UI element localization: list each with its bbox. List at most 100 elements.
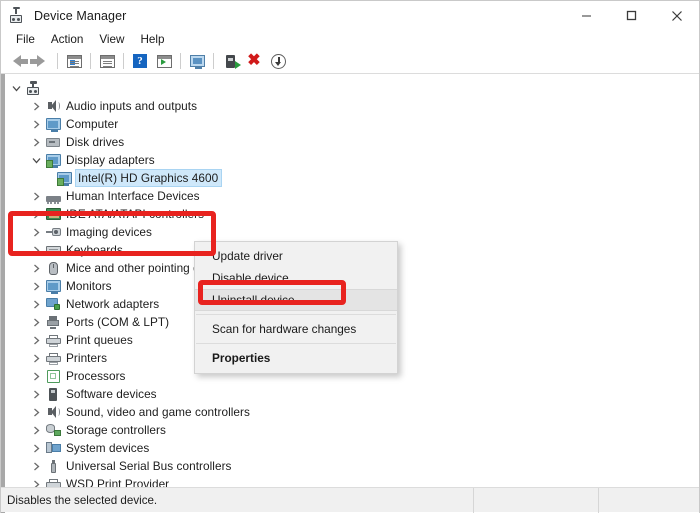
status-bar: Disables the selected device.: [1, 487, 699, 512]
monitor-icon: [44, 278, 62, 294]
ide-controller-icon: [44, 206, 62, 222]
chevron-right-icon[interactable]: [28, 138, 44, 147]
usb-icon: [44, 458, 62, 474]
show-hide-console-tree-icon[interactable]: [62, 50, 86, 72]
tree-item-label: System devices: [66, 441, 149, 455]
menu-help[interactable]: Help: [133, 32, 171, 47]
computer-root-icon: [24, 80, 42, 96]
tree-item-label: Universal Serial Bus controllers: [66, 459, 232, 473]
tree-item-display-adapters[interactable]: Display adapters: [1, 151, 699, 169]
processor-icon: [44, 368, 62, 384]
status-pane-2: [474, 488, 599, 513]
tree-item-label: Print queues: [66, 333, 133, 347]
forward-icon[interactable]: [29, 50, 53, 72]
chevron-right-icon[interactable]: [28, 264, 44, 273]
display-adapter-icon: [55, 170, 73, 186]
chevron-right-icon[interactable]: [28, 336, 44, 345]
uninstall-device-icon[interactable]: ✖: [242, 50, 266, 72]
back-icon[interactable]: [5, 50, 29, 72]
properties-icon[interactable]: [95, 50, 119, 72]
tree-item-label: Storage controllers: [66, 423, 166, 437]
status-pane-3: [599, 488, 699, 513]
window-title: Device Manager: [34, 9, 126, 23]
menu-bar: File Action View Help: [1, 30, 699, 49]
tree-item-intel-hd-graphics-4600[interactable]: Intel(R) HD Graphics 4600: [1, 169, 699, 187]
chevron-right-icon[interactable]: [28, 192, 44, 201]
tree-item-software-devices[interactable]: Software devices: [1, 385, 699, 403]
tree-item-label: Display adapters: [66, 153, 155, 167]
storage-icon: [44, 422, 62, 438]
menu-file[interactable]: File: [9, 32, 42, 47]
chevron-right-icon[interactable]: [28, 462, 44, 471]
speaker-icon: [44, 404, 62, 420]
tree-item-disk-drives[interactable]: Disk drives: [1, 133, 699, 151]
chevron-right-icon[interactable]: [28, 282, 44, 291]
maximize-button[interactable]: [609, 1, 654, 30]
device-manager-window: Device Manager File Action View Help: [0, 0, 700, 513]
tree-item-label: Monitors: [66, 279, 112, 293]
chevron-down-icon[interactable]: [28, 156, 44, 165]
chevron-down-icon[interactable]: [8, 84, 24, 93]
chevron-right-icon[interactable]: [28, 318, 44, 327]
scan-hardware-icon[interactable]: [185, 50, 209, 72]
tree-item-label: Network adapters: [66, 297, 159, 311]
disable-device-icon[interactable]: [266, 50, 290, 72]
toolbar-separator: [213, 53, 214, 69]
tree-item-label: Keyboards: [66, 243, 123, 257]
chevron-right-icon[interactable]: [28, 300, 44, 309]
tree-item-sound-video-and-game-controllers[interactable]: Sound, video and game controllers: [1, 403, 699, 421]
chevron-right-icon[interactable]: [28, 444, 44, 453]
update-driver-icon[interactable]: [152, 50, 176, 72]
tree-item-label: Imaging devices: [66, 225, 152, 239]
help-icon[interactable]: ?: [128, 50, 152, 72]
menu-view[interactable]: View: [92, 32, 131, 47]
port-icon: [44, 314, 62, 330]
tree-item-ide-ata-atapi-controllers[interactable]: IDE ATA/ATAPI controllers: [1, 205, 699, 223]
chevron-right-icon[interactable]: [28, 390, 44, 399]
context-menu-item-uninstall-device[interactable]: Uninstall device: [195, 289, 397, 311]
context-menu-item-update-driver[interactable]: Update driver: [195, 245, 397, 267]
tree-item-computer[interactable]: Computer: [1, 115, 699, 133]
chevron-right-icon[interactable]: [28, 246, 44, 255]
tree-root-node[interactable]: [1, 79, 699, 97]
computer-icon: [44, 116, 62, 132]
chevron-right-icon[interactable]: [28, 210, 44, 219]
context-menu-separator: [196, 343, 396, 344]
hid-icon: [44, 188, 62, 204]
title-bar: Device Manager: [1, 1, 699, 30]
menu-action[interactable]: Action: [44, 32, 90, 47]
network-icon: [44, 296, 62, 312]
device-manager-icon: [9, 7, 27, 25]
context-menu-item-properties[interactable]: Properties: [195, 347, 397, 369]
chevron-right-icon[interactable]: [28, 354, 44, 363]
context-menu-item-scan-for-hardware-changes[interactable]: Scan for hardware changes: [195, 318, 397, 340]
close-button[interactable]: [654, 1, 699, 30]
tree-item-storage-controllers[interactable]: Storage controllers: [1, 421, 699, 439]
context-menu[interactable]: Update driver Disable device Uninstall d…: [194, 241, 398, 374]
tree-item-audio-inputs-and-outputs[interactable]: Audio inputs and outputs: [1, 97, 699, 115]
chevron-right-icon[interactable]: [28, 408, 44, 417]
system-device-icon: [44, 440, 62, 456]
chevron-right-icon[interactable]: [28, 426, 44, 435]
tree-root-label-redacted: [46, 82, 98, 95]
chevron-right-icon[interactable]: [28, 372, 44, 381]
chevron-right-icon[interactable]: [28, 120, 44, 129]
speaker-icon: [44, 98, 62, 114]
imaging-icon: [44, 224, 62, 240]
tree-item-imaging-devices[interactable]: Imaging devices: [1, 223, 699, 241]
context-menu-item-disable-device[interactable]: Disable device: [195, 267, 397, 289]
chevron-right-icon[interactable]: [28, 102, 44, 111]
enable-device-icon[interactable]: [218, 50, 242, 72]
tree-item-label: Audio inputs and outputs: [66, 99, 197, 113]
minimize-button[interactable]: [564, 1, 609, 30]
tree-item-label: Sound, video and game controllers: [66, 405, 250, 419]
tree-item-universal-serial-bus-controllers[interactable]: Universal Serial Bus controllers: [1, 457, 699, 475]
tree-item-label: IDE ATA/ATAPI controllers: [66, 207, 204, 221]
tree-item-label: Processors: [66, 369, 126, 383]
toolbar-separator: [123, 53, 124, 69]
tree-item-system-devices[interactable]: System devices: [1, 439, 699, 457]
tree-item-label: Disk drives: [66, 135, 124, 149]
disk-icon: [44, 134, 62, 150]
tree-item-human-interface-devices[interactable]: Human Interface Devices: [1, 187, 699, 205]
chevron-right-icon[interactable]: [28, 228, 44, 237]
